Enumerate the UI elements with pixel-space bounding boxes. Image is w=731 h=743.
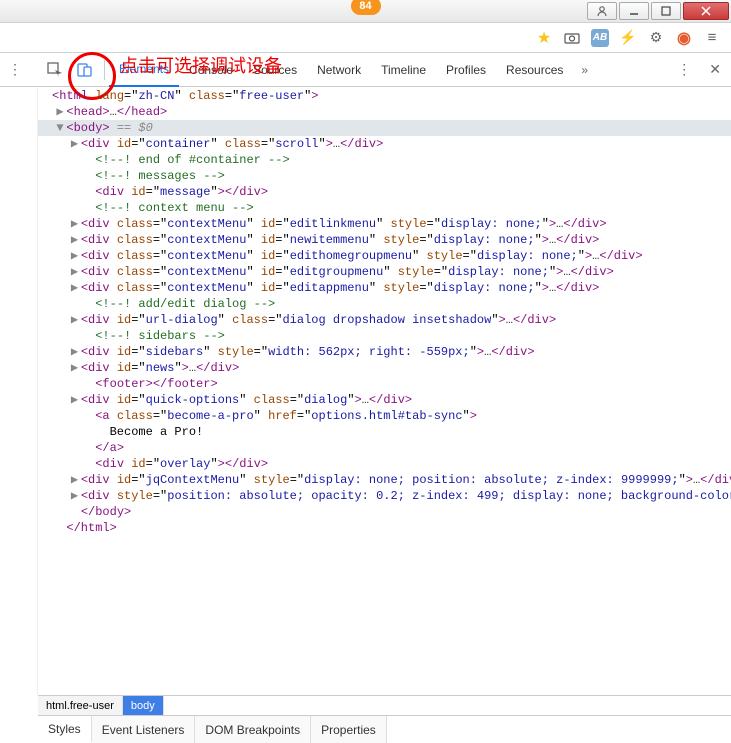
dom-tree-line[interactable]: </html> (38, 520, 731, 536)
dom-tree-line[interactable]: <a class="become-a-pro" href="options.ht… (38, 408, 731, 424)
devtools-tab-timeline[interactable]: Timeline (371, 53, 436, 87)
bolt-icon[interactable]: ⚡ (619, 29, 637, 47)
expand-triangle-icon[interactable]: ▶ (71, 472, 81, 488)
expand-triangle-icon[interactable]: ▼ (56, 120, 66, 136)
ab-extension-icon[interactable]: AB (591, 29, 609, 47)
expand-triangle-icon[interactable]: ▶ (71, 488, 81, 504)
dom-tree-line[interactable]: <!--! context menu --> (38, 200, 731, 216)
expand-triangle-icon[interactable]: ▶ (71, 136, 81, 152)
dom-tree-line[interactable]: ▶<div style="position: absolute; opacity… (38, 488, 731, 504)
dom-gutter (0, 88, 38, 695)
styles-sidebar-tabs: StylesEvent ListenersDOM BreakpointsProp… (38, 715, 731, 743)
expand-triangle-icon[interactable]: ▶ (71, 216, 81, 232)
dom-tree-line[interactable]: ▼<body> == $0 (38, 120, 731, 136)
star-icon[interactable]: ★ (535, 29, 553, 47)
device-toggle-icon[interactable] (70, 53, 100, 87)
dom-tree-line[interactable]: <!--! sidebars --> (38, 328, 731, 344)
window-titlebar: 84 (0, 0, 731, 23)
swirl-extension-icon[interactable]: ◉ (675, 29, 693, 47)
dom-tree-line[interactable]: <html lang="zh-CN" class="free-user"> (38, 88, 731, 104)
devtools-tab-elements[interactable]: Elements (109, 53, 179, 87)
expand-triangle-icon[interactable]: ▶ (71, 360, 81, 376)
gear-icon[interactable]: ⚙ (647, 29, 665, 47)
devtools-tab-sources[interactable]: Sources (243, 53, 307, 87)
dom-tree-line[interactable]: ▶<div id="sidebars" style="width: 562px;… (38, 344, 731, 360)
dom-tree-line[interactable]: Become a Pro! (38, 424, 731, 440)
dom-tree-line[interactable]: <!--! add/edit dialog --> (38, 296, 731, 312)
devtools-tab-resources[interactable]: Resources (496, 53, 573, 87)
dom-tree-line[interactable]: ▶<head>…</head> (38, 104, 731, 120)
minimize-button[interactable] (619, 2, 649, 20)
dom-tree-line[interactable]: ▶<div id="jqContextMenu" style="display:… (38, 472, 731, 488)
dom-tree-line[interactable]: <div id="overlay"></div> (38, 456, 731, 472)
maximize-button[interactable] (651, 2, 681, 20)
dom-tree-line[interactable]: ▶<div class="contextMenu" id="editlinkme… (38, 216, 731, 232)
dom-tree-line[interactable]: </a> (38, 440, 731, 456)
dom-tree-line[interactable]: ▶<div id="url-dialog" class="dialog drop… (38, 312, 731, 328)
devtools-tabbar: ⋮ ElementsConsoleSourcesNetworkTimelineP… (0, 53, 731, 87)
sidebar-tab-event-listeners[interactable]: Event Listeners (92, 716, 196, 743)
dom-tree-line[interactable]: <div id="message"></div> (38, 184, 731, 200)
user-button[interactable] (587, 2, 617, 20)
separator (104, 60, 105, 80)
expand-triangle-icon[interactable]: ▶ (71, 248, 81, 264)
sidebar-tab-dom-breakpoints[interactable]: DOM Breakpoints (195, 716, 311, 743)
expand-triangle-icon[interactable]: ▶ (71, 280, 81, 296)
dom-tree-line[interactable]: ▶<div class="contextMenu" id="newitemmen… (38, 232, 731, 248)
sidebar-tab-styles[interactable]: Styles (38, 716, 92, 743)
breadcrumb-item[interactable]: body (123, 696, 164, 715)
notification-badge[interactable]: 84 (351, 0, 381, 15)
expand-triangle-icon[interactable]: ▶ (71, 264, 81, 280)
dom-tree-line[interactable]: ▶<div id="news">…</div> (38, 360, 731, 376)
dom-tree-line[interactable]: ▶<div class="contextMenu" id="editgroupm… (38, 264, 731, 280)
sidebar-tab-properties[interactable]: Properties (311, 716, 387, 743)
expand-triangle-icon[interactable]: ▶ (71, 312, 81, 328)
dom-tree-line[interactable]: <footer></footer> (38, 376, 731, 392)
dom-tree-panel[interactable]: <html lang="zh-CN" class="free-user"> ▶<… (38, 88, 731, 695)
devtools-tab-console[interactable]: Console (179, 53, 243, 87)
devtools-tab-network[interactable]: Network (307, 53, 371, 87)
expand-triangle-icon[interactable]: ▶ (71, 344, 81, 360)
more-tabs-icon[interactable]: » (573, 63, 596, 77)
dom-tree-line[interactable]: ▶<div class="contextMenu" id="edithomegr… (38, 248, 731, 264)
devtools-tab-profiles[interactable]: Profiles (436, 53, 496, 87)
expand-triangle-icon[interactable]: ▶ (71, 232, 81, 248)
devtools-settings-icon[interactable]: ⋮ (669, 61, 699, 78)
dom-tree-line[interactable]: ▶<div id="container" class="scroll">…</d… (38, 136, 731, 152)
devtools-menu-icon[interactable]: ⋮ (0, 61, 30, 78)
breadcrumb-item[interactable]: html.free-user (38, 696, 123, 715)
dom-tree-line[interactable]: ▶<div class="contextMenu" id="editappmen… (38, 280, 731, 296)
browser-toolbar: ★ AB ⚡ ⚙ ◉ ≡ (0, 23, 731, 53)
inspect-element-icon[interactable] (40, 53, 70, 87)
camera-icon[interactable] (563, 29, 581, 47)
dom-tree-line[interactable]: <!--! end of #container --> (38, 152, 731, 168)
expand-triangle-icon[interactable]: ▶ (56, 104, 66, 120)
breadcrumb-bar: html.free-userbody (38, 695, 731, 715)
devtools-close-icon[interactable]: ✕ (709, 61, 721, 78)
hamburger-menu-icon[interactable]: ≡ (703, 29, 721, 47)
close-button[interactable] (683, 2, 729, 20)
dom-tree-line[interactable]: ▶<div id="quick-options" class="dialog">… (38, 392, 731, 408)
dom-tree-line[interactable]: </body> (38, 504, 731, 520)
dom-tree-line[interactable]: <!--! messages --> (38, 168, 731, 184)
expand-triangle-icon[interactable]: ▶ (71, 392, 81, 408)
